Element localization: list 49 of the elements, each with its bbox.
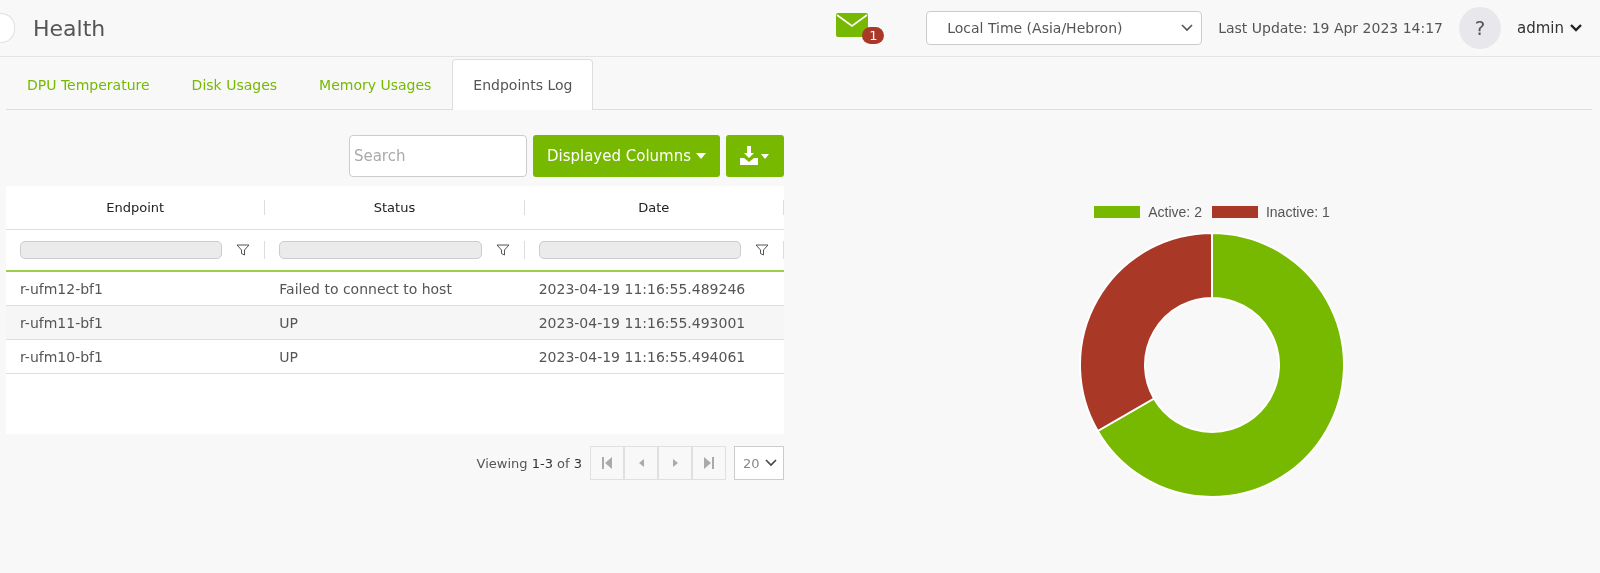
chevron-down-icon — [1570, 24, 1582, 32]
pagination-summary: Viewing 1-3 of 3 — [476, 455, 582, 471]
column-header[interactable]: Status — [265, 200, 525, 215]
legend-label: Inactive: 1 — [1265, 204, 1330, 220]
next-page-button[interactable] — [658, 446, 692, 480]
last-page-icon — [704, 457, 714, 469]
first-page-button[interactable] — [590, 446, 624, 480]
mail-icon — [836, 13, 869, 37]
download-icon — [740, 146, 770, 166]
export-button[interactable] — [726, 135, 784, 177]
notification-count: 1 — [862, 27, 885, 44]
filter-icon[interactable] — [755, 243, 769, 257]
table-cell-text: UP — [278, 348, 300, 365]
table-cell-text: Failed to connect to host — [278, 280, 453, 297]
caret-right-icon — [672, 459, 678, 467]
search-field[interactable]: Search — [348, 135, 527, 177]
tab[interactable]: Endpoints Log — [452, 59, 594, 110]
chevron-down-icon — [765, 459, 777, 467]
timezone-select[interactable]: Local Time (Asia/Hebron) — [926, 11, 1203, 45]
last-page-button[interactable] — [692, 446, 726, 480]
page-title: Health — [33, 15, 107, 41]
first-page-icon — [602, 457, 612, 469]
last-update: Last Update: 19 Apr 2023 14:17 — [1218, 20, 1443, 36]
page-size-select[interactable]: 20 — [734, 446, 784, 480]
help-button[interactable]: ? — [1459, 7, 1501, 49]
table-cell-text: r-ufm12-bf1 — [19, 280, 104, 297]
caret-left-icon — [638, 459, 644, 467]
legend-swatch — [1211, 206, 1258, 218]
column-header[interactable]: Date — [524, 200, 784, 215]
logo-icon — [0, 13, 15, 43]
notifications-button[interactable]: 1 — [836, 13, 889, 43]
filter-field[interactable] — [538, 241, 741, 259]
filter-icon[interactable] — [236, 243, 251, 257]
filter-field[interactable] — [20, 241, 223, 259]
previous-page-button[interactable] — [624, 446, 658, 480]
chevron-down-icon — [1181, 24, 1194, 32]
caret-icon — [696, 153, 706, 159]
column-header[interactable]: Endpoint — [6, 200, 266, 215]
table-cell-text: 2023-04-19 11:16:55.489246 — [537, 280, 747, 297]
table-cell-text: 2023-04-19 11:16:55.494061 — [537, 348, 747, 365]
table-cell-text: r-ufm11-bf1 — [19, 314, 104, 331]
table-cell-text: 2023-04-19 11:16:55.493001 — [537, 314, 747, 331]
filter-icon[interactable] — [495, 243, 510, 257]
table-cell-text: UP — [278, 314, 300, 331]
legend-label: Active: 2 — [1148, 204, 1202, 220]
legend-swatch — [1094, 206, 1141, 218]
user-menu[interactable]: admin — [1517, 19, 1582, 37]
filter-field[interactable] — [279, 241, 482, 259]
table-cell-text: r-ufm10-bf1 — [19, 348, 104, 365]
